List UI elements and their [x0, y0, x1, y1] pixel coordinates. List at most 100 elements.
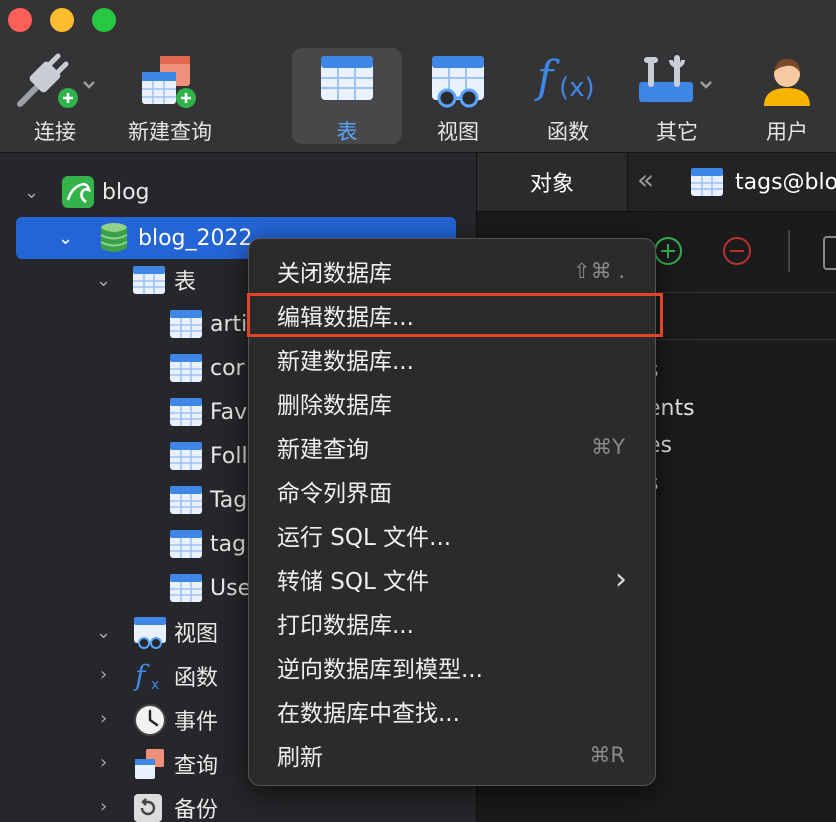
table-icon [691, 168, 723, 196]
table-name: cor [210, 355, 245, 381]
menu-item-refresh[interactable]: 刷新 ⌘R [249, 733, 655, 777]
tab-objects-label: 对象 [529, 172, 574, 197]
table-icon [321, 56, 373, 100]
views-group-label: 视图 [174, 622, 219, 647]
toolbar-users-label: 用户 [766, 120, 808, 144]
database-name: blog_2022 [138, 225, 253, 251]
tools-icon [639, 55, 712, 102]
chevron-down-icon[interactable]: ⌄ [24, 182, 39, 203]
table-icon [170, 442, 202, 470]
table-icon [170, 530, 202, 558]
submenu-chevron-icon: › [615, 561, 627, 597]
mysql-connection-icon [62, 176, 94, 208]
menu-item-new-database[interactable]: 新建数据库... [249, 337, 655, 381]
events-group-label: 事件 [174, 710, 219, 735]
chevron-down-icon[interactable]: ⌄ [58, 228, 73, 249]
close-window-button[interactable] [8, 8, 32, 32]
chevrons-left-icon[interactable]: « [637, 163, 654, 196]
functions-group-label: 函数 [174, 666, 219, 691]
menu-item-label: 转储 SQL 文件 [277, 569, 430, 595]
table-icon [170, 310, 202, 338]
toolbar-others-button[interactable]: 其它 [636, 48, 718, 144]
toolbar-functions-button[interactable]: f (x) 函数 [530, 48, 606, 144]
chevron-right-icon[interactable]: › [100, 664, 107, 685]
function-icon: f (x) [534, 52, 595, 103]
svg-text:f: f [133, 659, 150, 692]
more-tool-icon[interactable] [823, 236, 836, 270]
menu-item-print-database[interactable]: 打印数据库... [249, 601, 655, 645]
chevron-down-icon[interactable]: ⌄ [96, 622, 111, 643]
new-query-icon [142, 56, 196, 108]
menu-item-label: 命令列界面 [277, 481, 392, 507]
tree-group-backups[interactable]: › 备份 [0, 786, 476, 822]
chevron-right-icon[interactable]: › [100, 796, 107, 817]
chevron-right-icon[interactable]: › [100, 752, 107, 773]
toolbar-views-label: 视图 [437, 120, 479, 144]
tab-table-tags[interactable]: tags@blo [691, 165, 836, 199]
menu-item-run-sql-file[interactable]: 运行 SQL 文件... [249, 513, 655, 557]
tables-group-label: 表 [174, 270, 197, 295]
table-name: Fav [210, 399, 248, 425]
function-icon: f x [133, 659, 159, 693]
database-icon [100, 223, 128, 252]
toolbar-users-button[interactable]: 用户 [752, 48, 822, 144]
menu-item-shortcut: ⌘R [589, 743, 625, 767]
table-name: tag [210, 531, 247, 557]
table-name: Use [210, 575, 252, 601]
menu-item-new-query[interactable]: 新建查询 ⌘Y [249, 425, 655, 469]
menu-item-reverse-to-model[interactable]: 逆向数据库到模型... [249, 645, 655, 689]
menu-item-label: 关闭数据库 [277, 261, 392, 287]
menu-item-delete-database[interactable]: 删除数据库 [249, 381, 655, 425]
menu-item-label: 逆向数据库到模型... [277, 657, 483, 683]
menu-item-shortcut: ⇧⌘ . [573, 259, 625, 283]
clock-icon [134, 704, 166, 736]
zoom-window-button[interactable] [92, 8, 116, 32]
query-icon [135, 749, 164, 779]
table-icon [133, 266, 165, 294]
tab-objects[interactable]: 对象 [477, 153, 628, 211]
table-name: Tag [210, 487, 248, 513]
view-icon [432, 56, 484, 108]
toolbar-tables-button[interactable]: 表 [292, 48, 402, 144]
menu-item-label: 删除数据库 [277, 393, 392, 419]
menu-item-label: 打印数据库... [277, 613, 414, 639]
toolbar-connect-button[interactable]: 连接 [10, 48, 100, 144]
chevron-down-icon[interactable]: ⌄ [96, 270, 111, 291]
toolbar-new-query-label: 新建查询 [128, 120, 212, 144]
toolbar-others-label: 其它 [656, 120, 698, 144]
svg-text:(x): (x) [559, 73, 595, 103]
menu-item-dump-sql-file[interactable]: 转储 SQL 文件 › [249, 557, 655, 601]
menu-item-console[interactable]: 命令列界面 [249, 469, 655, 513]
table-icon [170, 354, 202, 382]
tree-connection-blog[interactable]: ⌄ blog [0, 170, 476, 214]
toolbar-new-query-button[interactable]: 新建查询 [120, 48, 220, 144]
menu-item-label: 刷新 [277, 745, 323, 771]
svg-text:x: x [151, 677, 159, 693]
backups-group-label: 备份 [174, 798, 219, 822]
table-name: arti [210, 311, 248, 337]
menu-item-label: 新建数据库... [277, 349, 414, 375]
chevron-right-icon[interactable]: › [100, 708, 107, 729]
toolbar-views-button[interactable]: 视图 [420, 48, 496, 144]
view-icon [134, 617, 166, 649]
user-icon [764, 58, 810, 106]
table-icon [170, 486, 202, 514]
table-name: Foll [210, 443, 248, 469]
toolbar-connect-label: 连接 [34, 120, 76, 144]
svg-text:f: f [534, 52, 560, 103]
queries-group-label: 查询 [174, 754, 219, 779]
toolbar-functions-label: 函数 [547, 120, 589, 144]
menu-item-label: 新建查询 [277, 437, 369, 463]
backup-icon [134, 794, 162, 822]
annotation-highlight-box [247, 293, 663, 337]
toolbar-tables-label: 表 [336, 120, 358, 144]
tab-bar: 对象 « tags@blo [477, 153, 836, 212]
remove-icon[interactable] [722, 236, 752, 266]
minimize-window-button[interactable] [50, 8, 74, 32]
menu-item-find-in-database[interactable]: 在数据库中查找... [249, 689, 655, 733]
connection-name: blog [102, 179, 150, 205]
menu-item-close-database[interactable]: 关闭数据库 ⇧⌘ . [249, 249, 655, 293]
menu-item-shortcut: ⌘Y [591, 435, 625, 459]
table-icon [170, 574, 202, 602]
add-icon[interactable] [653, 236, 683, 266]
